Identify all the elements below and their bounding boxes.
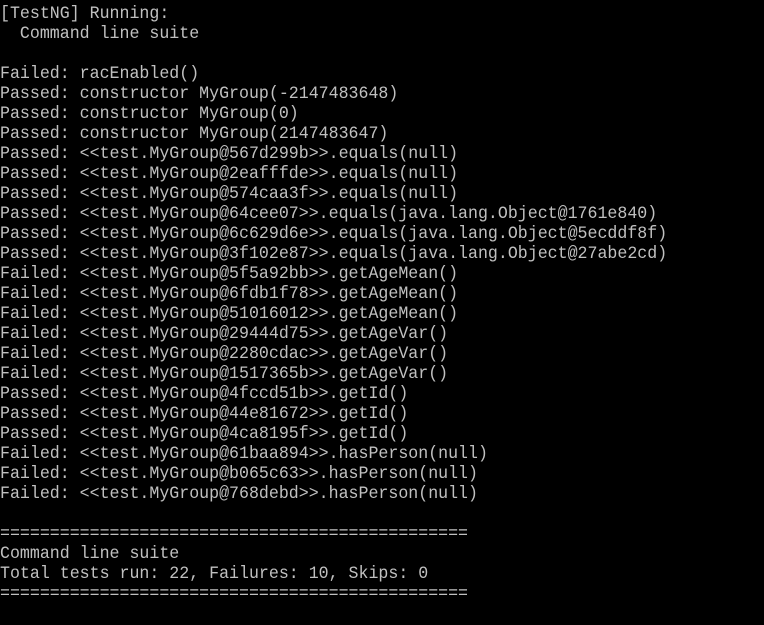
test-result-line: Failed: <<test.MyGroup@2280cdac>>.getAge… [0, 343, 449, 364]
test-result-line: Passed: constructor MyGroup(0) [0, 103, 299, 124]
test-result-line: Passed: <<test.MyGroup@567d299b>>.equals… [0, 143, 459, 164]
test-result-line: Failed: <<test.MyGroup@1517365b>>.getAge… [0, 363, 449, 384]
test-result-line: Passed: <<test.MyGroup@6c629d6e>>.equals… [0, 223, 668, 244]
test-result-line: Failed: <<test.MyGroup@6fdb1f78>>.getAge… [0, 283, 459, 304]
test-result-line: Failed: racEnabled() [0, 63, 200, 84]
test-result-line: Failed: <<test.MyGroup@51016012>>.getAge… [0, 303, 459, 324]
console-header-suite: Command line suite [0, 23, 200, 44]
test-result-line: Passed: constructor MyGroup(-2147483648) [0, 83, 399, 104]
test-result-line: Passed: <<test.MyGroup@3f102e87>>.equals… [0, 243, 668, 264]
test-result-line: Passed: <<test.MyGroup@2eafffde>>.equals… [0, 163, 459, 184]
test-result-line: Passed: <<test.MyGroup@574caa3f>>.equals… [0, 183, 459, 204]
test-result-line: Passed: constructor MyGroup(2147483647) [0, 123, 389, 144]
test-result-line: Passed: <<test.MyGroup@64cee07>>.equals(… [0, 203, 658, 224]
test-result-line: Failed: <<test.MyGroup@29444d75>>.getAge… [0, 323, 449, 344]
test-results-list: Failed: racEnabled() Passed: constructor … [0, 64, 764, 504]
separator-top: ========================================… [0, 523, 469, 544]
test-result-line: Passed: <<test.MyGroup@4ca8195f>>.getId(… [0, 423, 409, 444]
test-result-line: Failed: <<test.MyGroup@61baa894>>.hasPer… [0, 443, 488, 464]
summary-line: Total tests run: 22, Failures: 10, Skips… [0, 563, 429, 584]
test-result-line: Passed: <<test.MyGroup@44e81672>>.getId(… [0, 403, 409, 424]
test-result-line: Failed: <<test.MyGroup@768debd>>.hasPers… [0, 483, 478, 504]
suite-name: Command line suite [0, 543, 180, 564]
console-header-line: [TestNG] Running: [0, 3, 170, 24]
separator-bottom: ========================================… [0, 583, 469, 604]
test-result-line: Failed: <<test.MyGroup@b065c63>>.hasPers… [0, 463, 478, 484]
test-result-line: Failed: <<test.MyGroup@5f5a92bb>>.getAge… [0, 263, 459, 284]
terminal-output: [TestNG] Running: Command line suite Fai… [0, 4, 764, 604]
test-result-line: Passed: <<test.MyGroup@4fccd51b>>.getId(… [0, 383, 409, 404]
